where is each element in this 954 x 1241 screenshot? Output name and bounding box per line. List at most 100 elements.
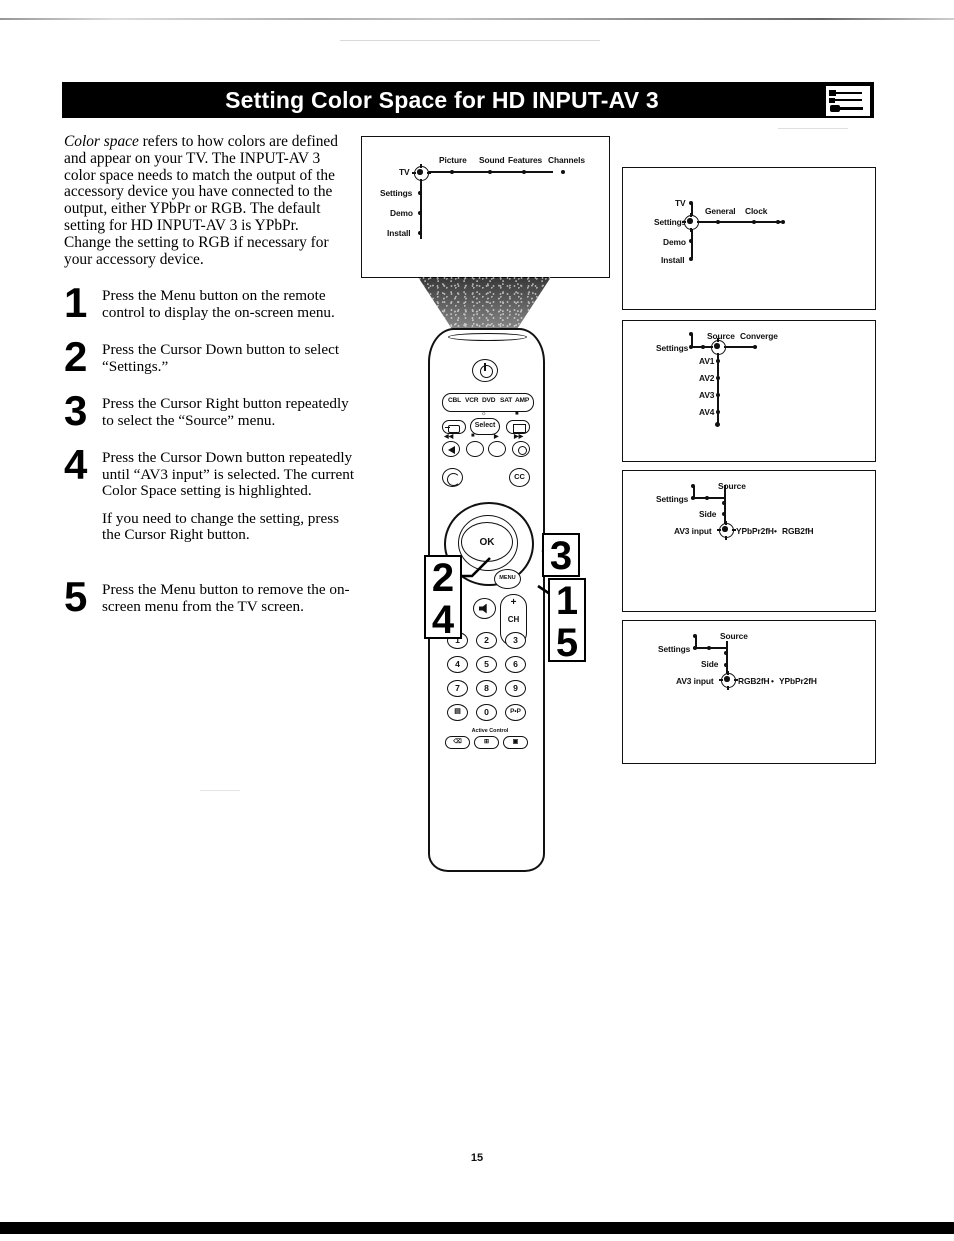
menu-dot bbox=[705, 496, 709, 500]
page-title: Setting Color Space for HD INPUT-AV 3 bbox=[225, 87, 659, 113]
menu-label-sound[interactable]: Sound bbox=[479, 155, 505, 165]
keypad-button-0[interactable]: 0 bbox=[476, 704, 497, 721]
rewind-button[interactable] bbox=[442, 441, 460, 457]
menu-cursor-indicator bbox=[719, 671, 738, 690]
menu-label-side[interactable]: Side bbox=[701, 659, 718, 669]
mode-button-cbl[interactable]: CBL bbox=[448, 397, 461, 404]
step-number: 5 bbox=[64, 573, 88, 620]
menu-label-converge[interactable]: Converge bbox=[740, 331, 778, 341]
menu-label-av3-input[interactable]: AV3 input bbox=[676, 676, 714, 686]
keypad-button-2[interactable]: 2 bbox=[476, 632, 497, 649]
menu-label-features[interactable]: Features bbox=[508, 155, 542, 165]
menu-dot bbox=[716, 220, 720, 224]
callout-3: 3 bbox=[542, 533, 580, 577]
menu-tree: Settings Source Side AV3 input YPbPr2fH … bbox=[623, 471, 875, 611]
menu-option-rgb[interactable]: RGB2fH bbox=[738, 676, 770, 686]
menu-dot bbox=[689, 257, 693, 261]
mode-button-sat[interactable]: SAT bbox=[500, 397, 512, 404]
bottom-button-left[interactable]: ⌫ bbox=[445, 736, 470, 749]
step-body: Press the Menu button to remove the on-s… bbox=[102, 581, 356, 615]
menu-dot bbox=[724, 651, 728, 655]
scan-artifact-smudge bbox=[340, 40, 600, 41]
menu-dot bbox=[715, 422, 720, 427]
menu-label-av1[interactable]: AV1 bbox=[699, 356, 714, 366]
menu-label-channels[interactable]: Channels bbox=[548, 155, 585, 165]
bottom-button-right[interactable]: ▣ bbox=[503, 736, 528, 749]
menu-option-ypbpr[interactable]: YPbPr2fH bbox=[736, 526, 774, 536]
bottom-button-center[interactable]: ⊞ bbox=[474, 736, 499, 749]
select-up-icon: ☼ bbox=[481, 411, 487, 417]
menu-label-install[interactable]: Install bbox=[387, 228, 411, 238]
menu-label-av4[interactable]: AV4 bbox=[699, 407, 714, 417]
keypad-button-7[interactable]: 7 bbox=[447, 680, 468, 697]
menu-label-av3-input[interactable]: AV3 input bbox=[674, 526, 712, 536]
menu-label-clock[interactable]: Clock bbox=[745, 206, 767, 216]
cc-button[interactable]: CC bbox=[509, 468, 530, 487]
menu-label-tv[interactable]: TV bbox=[399, 167, 410, 177]
step-item: 3 Press the Cursor Right button repeated… bbox=[64, 390, 356, 436]
callout-digit: 4 bbox=[431, 598, 455, 642]
menu-tree: Settings Source Side AV3 input RGB2fH • … bbox=[623, 621, 875, 763]
mode-button-dvd[interactable]: DVD bbox=[482, 397, 496, 404]
surf-icon[interactable] bbox=[442, 468, 463, 487]
callout-digit: 2 bbox=[431, 556, 455, 600]
scan-artifact-line bbox=[0, 18, 954, 20]
rewind-label-icon: ◀◀ bbox=[444, 434, 454, 440]
pip-icon[interactable] bbox=[506, 420, 530, 434]
keypad-button-6[interactable]: 6 bbox=[505, 656, 526, 673]
keypad-button-4[interactable]: 4 bbox=[447, 656, 468, 673]
menu-label-tv[interactable]: TV bbox=[675, 198, 686, 208]
menu-dot bbox=[781, 220, 785, 224]
menu-label-settings[interactable]: Settings bbox=[656, 343, 688, 353]
menu-label-demo[interactable]: Demo bbox=[663, 237, 686, 247]
menu-dot bbox=[418, 191, 422, 195]
keypad-button-9[interactable]: 9 bbox=[505, 680, 526, 697]
menu-label-av2[interactable]: AV2 bbox=[699, 373, 714, 383]
keypad-button-text[interactable]: ▤ bbox=[447, 704, 468, 721]
menu-label-demo[interactable]: Demo bbox=[390, 208, 413, 218]
keypad-button-8[interactable]: 8 bbox=[476, 680, 497, 697]
menu-tree: TV Settings Demo Install General Clock bbox=[623, 168, 875, 309]
source-input-icon[interactable] bbox=[442, 420, 466, 434]
mode-button-amp[interactable]: AMP bbox=[515, 397, 529, 404]
menu-label-settings[interactable]: Settings bbox=[658, 644, 690, 654]
menu-dot bbox=[724, 663, 728, 667]
step-paragraph: Press the Menu button on the remote cont… bbox=[102, 287, 335, 321]
menu-label-general[interactable]: General bbox=[705, 206, 736, 216]
menu-dot bbox=[691, 484, 695, 488]
menu-dot bbox=[689, 239, 693, 243]
keypad-button-5[interactable]: 5 bbox=[476, 656, 497, 673]
menu-dot bbox=[418, 211, 422, 215]
menu-spine-horizontal bbox=[691, 221, 781, 223]
menu-label-av3[interactable]: AV3 bbox=[699, 390, 714, 400]
menu-label-picture[interactable]: Picture bbox=[439, 155, 467, 165]
menu-dot bbox=[716, 393, 720, 397]
menu-label-settings[interactable]: Settings bbox=[656, 494, 688, 504]
keypad-button-3[interactable]: 3 bbox=[505, 632, 526, 649]
menu-option-rgb[interactable]: RGB2fH bbox=[782, 526, 814, 536]
callout-1-5: 1 5 bbox=[548, 578, 586, 664]
step-paragraph: If you need to change the setting, press… bbox=[102, 509, 340, 544]
step-body: Press the Cursor Right button repeatedly… bbox=[102, 395, 356, 429]
play-button[interactable] bbox=[488, 441, 506, 457]
menu-label-source[interactable]: Source bbox=[720, 631, 748, 641]
keypad-button-prev-prog[interactable]: P•P bbox=[505, 704, 526, 721]
cable-connector-icon bbox=[825, 85, 871, 117]
settings-menu-panel: TV Settings Demo Install General Clock bbox=[622, 167, 876, 310]
mode-selector-strip[interactable]: CBL VCR DVD SAT AMP bbox=[442, 393, 534, 412]
forward-button[interactable] bbox=[512, 441, 530, 457]
power-icon[interactable] bbox=[472, 359, 498, 382]
menu-dot bbox=[689, 345, 693, 349]
menu-label-side[interactable]: Side bbox=[699, 509, 716, 519]
mode-button-vcr[interactable]: VCR bbox=[465, 397, 479, 404]
menu-label-settings[interactable]: Settings bbox=[380, 188, 412, 198]
page-header-bar: Setting Color Space for HD INPUT-AV 3 bbox=[62, 82, 874, 118]
step-paragraph: Press the Menu button to remove the on-s… bbox=[102, 581, 350, 615]
menu-option-ypbpr[interactable]: YPbPr2fH bbox=[779, 676, 817, 686]
step-body: Press the Menu button on the remote cont… bbox=[102, 287, 356, 321]
menu-label-install[interactable]: Install bbox=[661, 255, 685, 265]
stop-button[interactable] bbox=[466, 441, 484, 457]
source-menu-panel: Settings Source Converge AV1 AV2 AV3 AV4 bbox=[622, 320, 876, 462]
menu-label-source[interactable]: Source bbox=[718, 481, 746, 491]
menu-dot bbox=[691, 496, 695, 500]
